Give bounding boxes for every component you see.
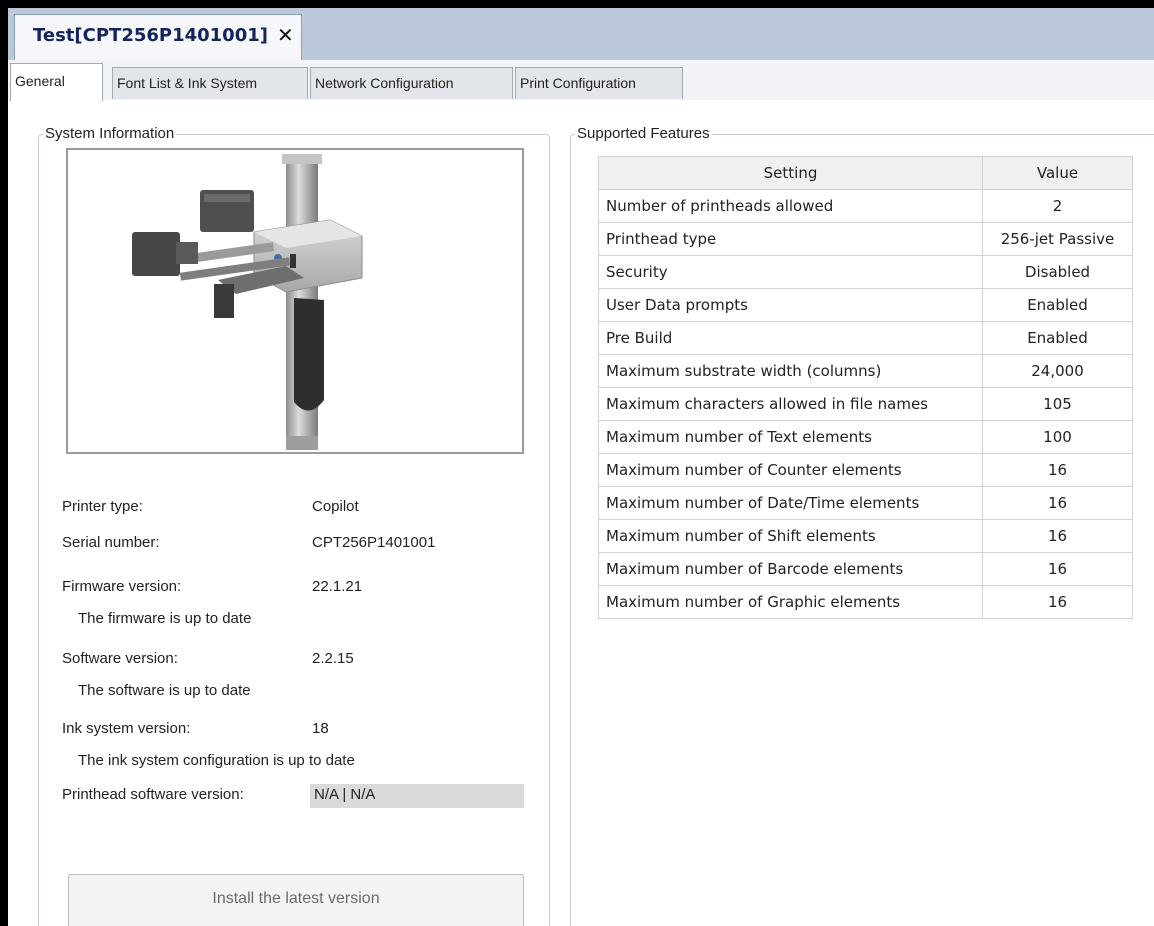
printhead-software-version-value: N/A | N/A bbox=[314, 786, 376, 803]
setting-cell: Maximum number of Counter elements bbox=[598, 453, 983, 487]
setting-cell: Printhead type bbox=[598, 222, 983, 256]
tab-network-configuration[interactable]: Network Configuration bbox=[310, 67, 513, 99]
setting-cell: Maximum number of Date/Time elements bbox=[598, 486, 983, 520]
setting-cell: Maximum number of Graphic elements bbox=[598, 585, 983, 619]
setting-cell: Maximum characters allowed in file names bbox=[598, 387, 983, 421]
setting-cell: Number of printheads allowed bbox=[598, 189, 983, 223]
table-row[interactable]: Maximum number of Text elements 100 bbox=[598, 420, 1133, 454]
install-latest-version-button[interactable]: Install the latest version bbox=[68, 874, 524, 926]
table-row[interactable]: User Data prompts Enabled bbox=[598, 288, 1133, 322]
table-row[interactable]: Printhead type 256-jet Passive bbox=[598, 222, 1133, 256]
firmware-status: The firmware is up to date bbox=[78, 610, 252, 627]
value-cell: 256-jet Passive bbox=[982, 222, 1133, 256]
table-row[interactable]: Maximum number of Barcode elements 16 bbox=[598, 552, 1133, 586]
table-row[interactable]: Maximum number of Graphic elements 16 bbox=[598, 585, 1133, 619]
printer-image bbox=[66, 148, 524, 454]
printer-illustration bbox=[132, 154, 363, 450]
software-version-value: 2.2.15 bbox=[312, 650, 354, 667]
value-cell: 2 bbox=[982, 189, 1133, 223]
table-row[interactable]: Maximum number of Counter elements 16 bbox=[598, 453, 1133, 487]
firmware-version-label: Firmware version: bbox=[62, 578, 182, 595]
document-tab-title: Test[CPT256P1401001] bbox=[33, 25, 268, 46]
supported-features-table: Setting Value Number of printheads allow… bbox=[598, 156, 1133, 619]
setting-cell: Security bbox=[598, 255, 983, 289]
setting-cell: Maximum number of Shift elements bbox=[598, 519, 983, 553]
value-cell: 100 bbox=[982, 420, 1133, 454]
value-cell: 16 bbox=[982, 453, 1133, 487]
value-cell: 16 bbox=[982, 486, 1133, 520]
table-row[interactable]: Maximum characters allowed in file names… bbox=[598, 387, 1133, 421]
document-tab-bar: Test[CPT256P1401001] ✕ bbox=[8, 8, 1154, 61]
value-cell: 24,000 bbox=[982, 354, 1133, 388]
document-tab[interactable]: Test[CPT256P1401001] ✕ bbox=[14, 14, 302, 60]
table-row[interactable]: Number of printheads allowed 2 bbox=[598, 189, 1133, 223]
ink-system-version-label: Ink system version: bbox=[62, 720, 191, 737]
table-row[interactable]: Pre Build Enabled bbox=[598, 321, 1133, 355]
table-row[interactable]: Security Disabled bbox=[598, 255, 1133, 289]
setting-cell: Maximum number of Barcode elements bbox=[598, 552, 983, 586]
serial-number-value: CPT256P1401001 bbox=[312, 534, 436, 551]
value-cell: Enabled bbox=[982, 321, 1133, 355]
tab-font-list-ink-system[interactable]: Font List & Ink System bbox=[112, 67, 308, 99]
system-information-title: System Information bbox=[43, 125, 177, 142]
table-row[interactable]: Maximum substrate width (columns) 24,000 bbox=[598, 354, 1133, 388]
software-status: The software is up to date bbox=[78, 682, 251, 699]
setting-cell: Maximum number of Text elements bbox=[598, 420, 983, 454]
printer-type-label: Printer type: bbox=[62, 498, 143, 515]
value-cell: 105 bbox=[982, 387, 1133, 421]
general-tab-panel: System Information Printer type: Copilot… bbox=[8, 100, 1154, 926]
value-cell: Enabled bbox=[982, 288, 1133, 322]
setting-cell: User Data prompts bbox=[598, 288, 983, 322]
close-icon[interactable]: ✕ bbox=[277, 23, 294, 47]
firmware-version-value: 22.1.21 bbox=[312, 578, 363, 595]
printhead-software-version-field: N/A | N/A bbox=[310, 784, 524, 808]
setting-cell: Maximum substrate width (columns) bbox=[598, 354, 983, 388]
table-row[interactable]: Maximum number of Shift elements 16 bbox=[598, 519, 1133, 553]
serial-number-label: Serial number: bbox=[62, 534, 160, 551]
value-cell: Disabled bbox=[982, 255, 1133, 289]
value-cell: 16 bbox=[982, 552, 1133, 586]
table-header-row: Setting Value bbox=[598, 156, 1133, 190]
value-cell: 16 bbox=[982, 519, 1133, 553]
page-tab-strip: General Font List & Ink System Network C… bbox=[8, 60, 1154, 101]
ink-system-version-value: 18 bbox=[312, 720, 329, 737]
printer-type-value: Copilot bbox=[312, 498, 359, 515]
software-version-label: Software version: bbox=[62, 650, 178, 667]
application-window: Test[CPT256P1401001] ✕ General Font List… bbox=[8, 8, 1154, 926]
value-cell: 16 bbox=[982, 585, 1133, 619]
printhead-software-version-label: Printhead software version: bbox=[62, 786, 244, 803]
table-row[interactable]: Maximum number of Date/Time elements 16 bbox=[598, 486, 1133, 520]
tab-general[interactable]: General bbox=[10, 63, 103, 101]
supported-features-title: Supported Features bbox=[575, 125, 712, 142]
setting-cell: Pre Build bbox=[598, 321, 983, 355]
tab-print-configuration[interactable]: Print Configuration bbox=[515, 67, 683, 99]
ink-system-status: The ink system configuration is up to da… bbox=[78, 752, 355, 769]
column-header-value[interactable]: Value bbox=[982, 156, 1133, 190]
column-header-setting[interactable]: Setting bbox=[598, 156, 983, 190]
